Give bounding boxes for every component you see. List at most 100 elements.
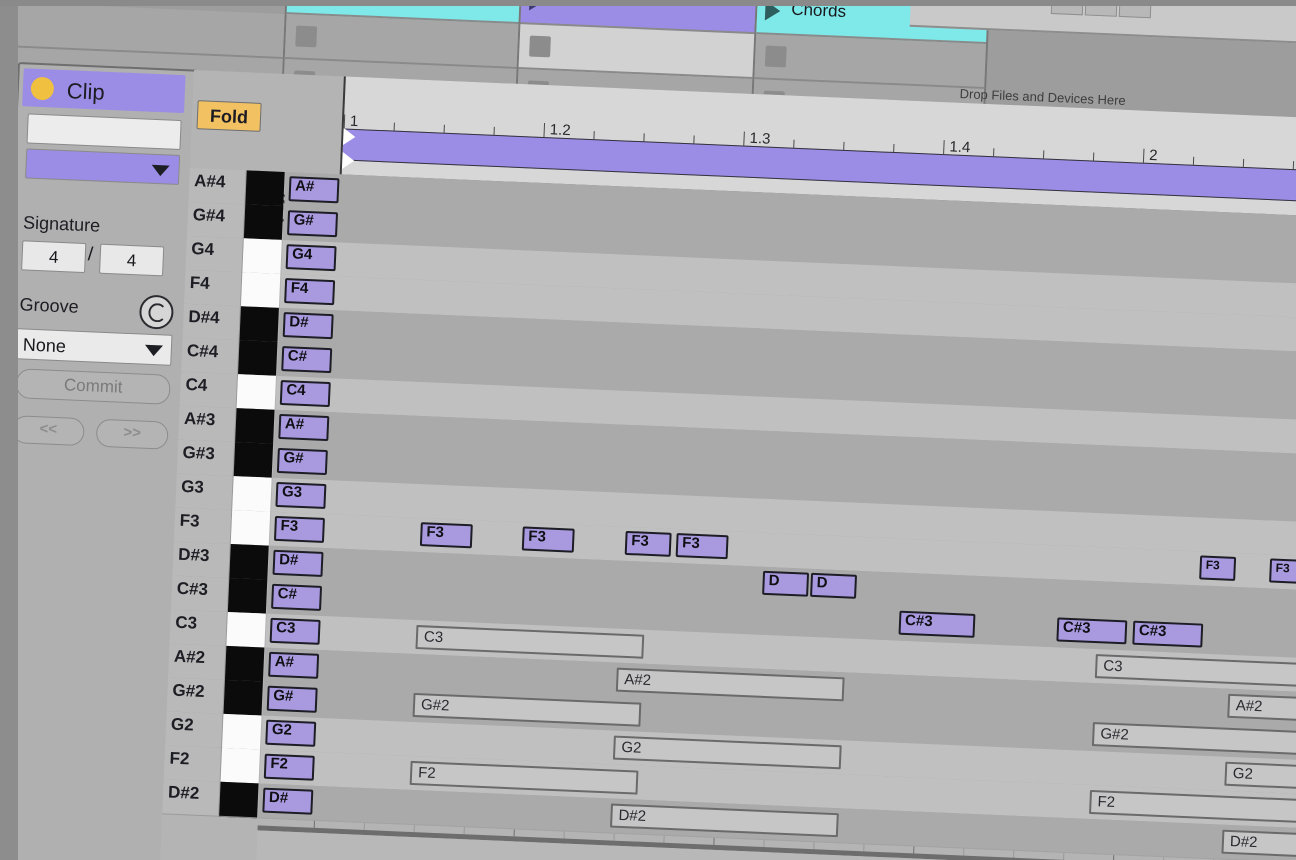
piano-key-black[interactable] xyxy=(229,544,269,581)
note-label: C#3 xyxy=(1138,621,1167,641)
key-preview-note[interactable]: C# xyxy=(271,583,323,611)
fold-button[interactable]: Fold xyxy=(196,100,262,132)
key-name-cell[interactable]: G#4 xyxy=(186,201,246,240)
key-preview-note[interactable]: D# xyxy=(282,312,334,340)
key-name-cell[interactable]: G#3 xyxy=(176,439,236,478)
stop-button-icon[interactable] xyxy=(529,35,551,58)
key-preview-note[interactable]: G# xyxy=(287,210,339,238)
groove-selector[interactable]: None xyxy=(15,328,173,366)
key-name-cell[interactable]: A#2 xyxy=(167,643,227,681)
note-label: F2 xyxy=(1097,793,1116,812)
note-label: D# xyxy=(288,313,309,332)
previous-button[interactable]: << xyxy=(11,415,85,447)
key-preview-note[interactable]: G4 xyxy=(285,244,337,272)
clip-name-input[interactable] xyxy=(26,113,182,151)
piano-key-black[interactable] xyxy=(245,170,285,207)
key-name-cell[interactable]: C4 xyxy=(179,371,239,410)
note-label: C#3 xyxy=(1062,618,1091,637)
signature-denominator-value: 4 xyxy=(126,250,137,271)
key-preview-note[interactable]: D# xyxy=(262,787,314,815)
note-label: D# xyxy=(278,551,299,569)
key-name-cell[interactable]: C#3 xyxy=(170,575,230,613)
key-name-cell[interactable]: F4 xyxy=(183,269,243,308)
groove-hot-swap-icon[interactable] xyxy=(138,294,175,330)
key-name-cell[interactable]: A#3 xyxy=(178,405,237,444)
key-preview-note[interactable]: F3 xyxy=(273,515,325,543)
key-name-cell[interactable]: G4 xyxy=(185,235,244,274)
next-button[interactable]: >> xyxy=(95,418,169,450)
key-name-label: F4 xyxy=(189,273,211,293)
note-label: C# xyxy=(277,585,298,603)
key-name-cell[interactable]: D#2 xyxy=(162,779,221,817)
piano-key-black[interactable] xyxy=(243,204,284,241)
stop-button-icon[interactable] xyxy=(295,25,318,48)
key-name-cell[interactable]: C#4 xyxy=(181,337,240,376)
key-name-label: G4 xyxy=(190,239,215,260)
piano-key-white[interactable] xyxy=(240,272,281,309)
key-name-label: C#4 xyxy=(186,340,219,362)
piano-key-white[interactable] xyxy=(232,476,272,513)
piano-key-white[interactable] xyxy=(236,374,277,411)
key-preview-note[interactable]: C4 xyxy=(279,379,331,408)
key-preview-note[interactable]: F4 xyxy=(284,278,336,306)
key-name-cell[interactable]: D#3 xyxy=(172,541,231,579)
midi-note[interactable]: F3 xyxy=(521,526,575,553)
note-label: F3 xyxy=(1275,560,1291,576)
key-preview-note[interactable]: G2 xyxy=(265,719,317,747)
key-preview-note[interactable]: D# xyxy=(272,549,324,577)
midi-note[interactable]: C#3 xyxy=(1056,617,1128,645)
note-label: C3 xyxy=(275,619,296,637)
stop-button-icon[interactable] xyxy=(764,45,787,68)
midi-note[interactable]: C#3 xyxy=(1132,620,1204,648)
key-name-cell[interactable]: C3 xyxy=(169,609,228,647)
piano-key-black[interactable] xyxy=(224,645,265,683)
midi-note[interactable]: D xyxy=(810,572,858,599)
midi-note[interactable]: D xyxy=(762,570,810,597)
key-name-cell[interactable]: G#2 xyxy=(166,677,225,715)
key-preview-note[interactable]: A# xyxy=(268,651,320,679)
key-preview-note[interactable]: A# xyxy=(278,413,330,442)
note-label: A# xyxy=(294,177,315,196)
clip-activator-icon[interactable] xyxy=(30,76,55,101)
previous-button-label: << xyxy=(39,420,58,438)
piano-key-black[interactable] xyxy=(227,577,268,615)
midi-note-editor: Fold 11.21.31.422.22.3 A#4A#G#4G#G4G4F4F… xyxy=(158,70,1296,860)
key-name-label: G3 xyxy=(180,476,205,497)
midi-note[interactable]: C#3 xyxy=(898,610,976,638)
midi-note[interactable]: F3 xyxy=(419,522,473,549)
piano-key-black[interactable] xyxy=(219,781,259,819)
piano-key-white[interactable] xyxy=(220,747,261,785)
piano-key-white[interactable] xyxy=(242,238,282,275)
key-name-label: G#4 xyxy=(192,205,226,226)
key-name-cell[interactable]: D#4 xyxy=(182,303,241,342)
midi-note[interactable]: F3 xyxy=(624,530,672,557)
midi-note[interactable]: F3 xyxy=(675,533,729,560)
key-preview-note[interactable]: G# xyxy=(276,447,328,476)
key-preview-note[interactable]: G3 xyxy=(275,481,327,510)
piano-key-white[interactable] xyxy=(226,611,266,649)
piano-key-black[interactable] xyxy=(237,340,278,377)
midi-note[interactable]: F3 xyxy=(1199,555,1237,581)
key-preview-note[interactable]: F2 xyxy=(263,753,315,781)
signature-denominator-input[interactable]: 4 xyxy=(99,243,165,277)
key-name-cell[interactable]: A#4 xyxy=(188,167,247,206)
key-name-cell[interactable]: F3 xyxy=(173,507,233,546)
piano-key-black[interactable] xyxy=(223,679,263,717)
piano-key-white[interactable] xyxy=(230,510,271,547)
piano-key-black[interactable] xyxy=(235,408,275,445)
signature-numerator-input[interactable]: 4 xyxy=(21,240,87,274)
piano-key-black[interactable] xyxy=(239,306,279,343)
clip-color-selector[interactable] xyxy=(25,148,181,185)
midi-note[interactable]: F3 xyxy=(1269,558,1296,584)
key-preview-note[interactable]: C# xyxy=(281,346,333,374)
key-preview-note[interactable]: G# xyxy=(266,685,318,713)
key-preview-note[interactable]: C3 xyxy=(269,617,321,645)
commit-button[interactable]: Commit xyxy=(15,368,171,405)
key-name-cell[interactable]: F2 xyxy=(163,745,223,783)
key-name-cell[interactable]: G2 xyxy=(165,711,224,749)
piano-key-black[interactable] xyxy=(233,442,274,479)
ruler-label: 2 xyxy=(1148,146,1158,165)
key-name-cell[interactable]: G3 xyxy=(175,473,234,512)
key-preview-note[interactable]: A# xyxy=(288,176,340,204)
piano-key-white[interactable] xyxy=(222,713,262,751)
